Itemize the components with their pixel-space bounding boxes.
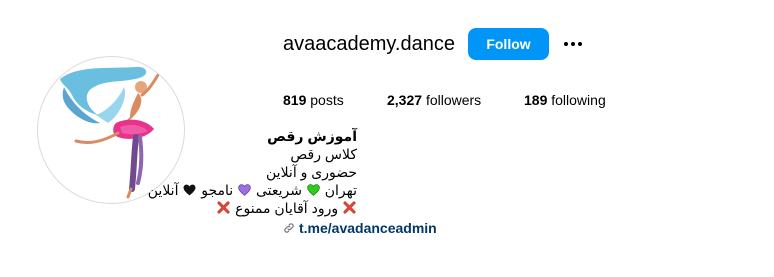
- bio-line-1: کلاس رقص: [290, 146, 357, 162]
- bio-line-2: حضوری و آنلاین: [266, 164, 357, 180]
- bio-location-area: شریعتی: [255, 182, 302, 198]
- following-stat[interactable]: 189 following: [524, 91, 606, 109]
- cross-mark-icon: [343, 201, 356, 214]
- followers-stat[interactable]: 2,327 followers: [387, 91, 481, 109]
- posts-label: posts: [310, 92, 344, 108]
- bio-online: آنلاین: [147, 182, 179, 198]
- cross-mark-icon: [217, 201, 230, 214]
- dot: [578, 42, 582, 46]
- bio-notice: ورود آقایان ممنوع: [235, 200, 339, 216]
- bio-location-city: تهران: [324, 182, 357, 198]
- bio-name: آموزش رقص: [267, 128, 357, 144]
- bio-link[interactable]: t.me/avadanceadmin: [283, 219, 437, 237]
- bio-link-text[interactable]: t.me/avadanceadmin: [299, 219, 437, 237]
- bio-line-4: ورود آقایان ممنوع: [148, 199, 357, 217]
- black-heart-icon: [183, 184, 196, 196]
- following-label: following: [551, 92, 606, 108]
- dot: [571, 42, 575, 46]
- bio-line-3: تهران شریعتی نامجو آنلاین: [148, 181, 357, 199]
- green-heart-icon: [307, 184, 320, 196]
- following-count: 189: [524, 92, 548, 108]
- profile-bio: آموزش رقص کلاس رقص حضوری و آنلاین تهران …: [148, 127, 357, 217]
- followers-count: 2,327: [387, 92, 423, 108]
- dot: [564, 42, 568, 46]
- bio-location-street: نامجو: [201, 182, 234, 198]
- link-icon: [284, 223, 294, 233]
- follow-button[interactable]: Follow: [468, 28, 549, 60]
- purple-heart-icon: [238, 184, 251, 196]
- more-options-icon[interactable]: [560, 30, 586, 58]
- followers-label: followers: [425, 92, 482, 108]
- profile-username: avaacademy.dance: [283, 33, 455, 55]
- posts-count: 819: [283, 92, 307, 108]
- posts-stat[interactable]: 819 posts: [283, 91, 344, 109]
